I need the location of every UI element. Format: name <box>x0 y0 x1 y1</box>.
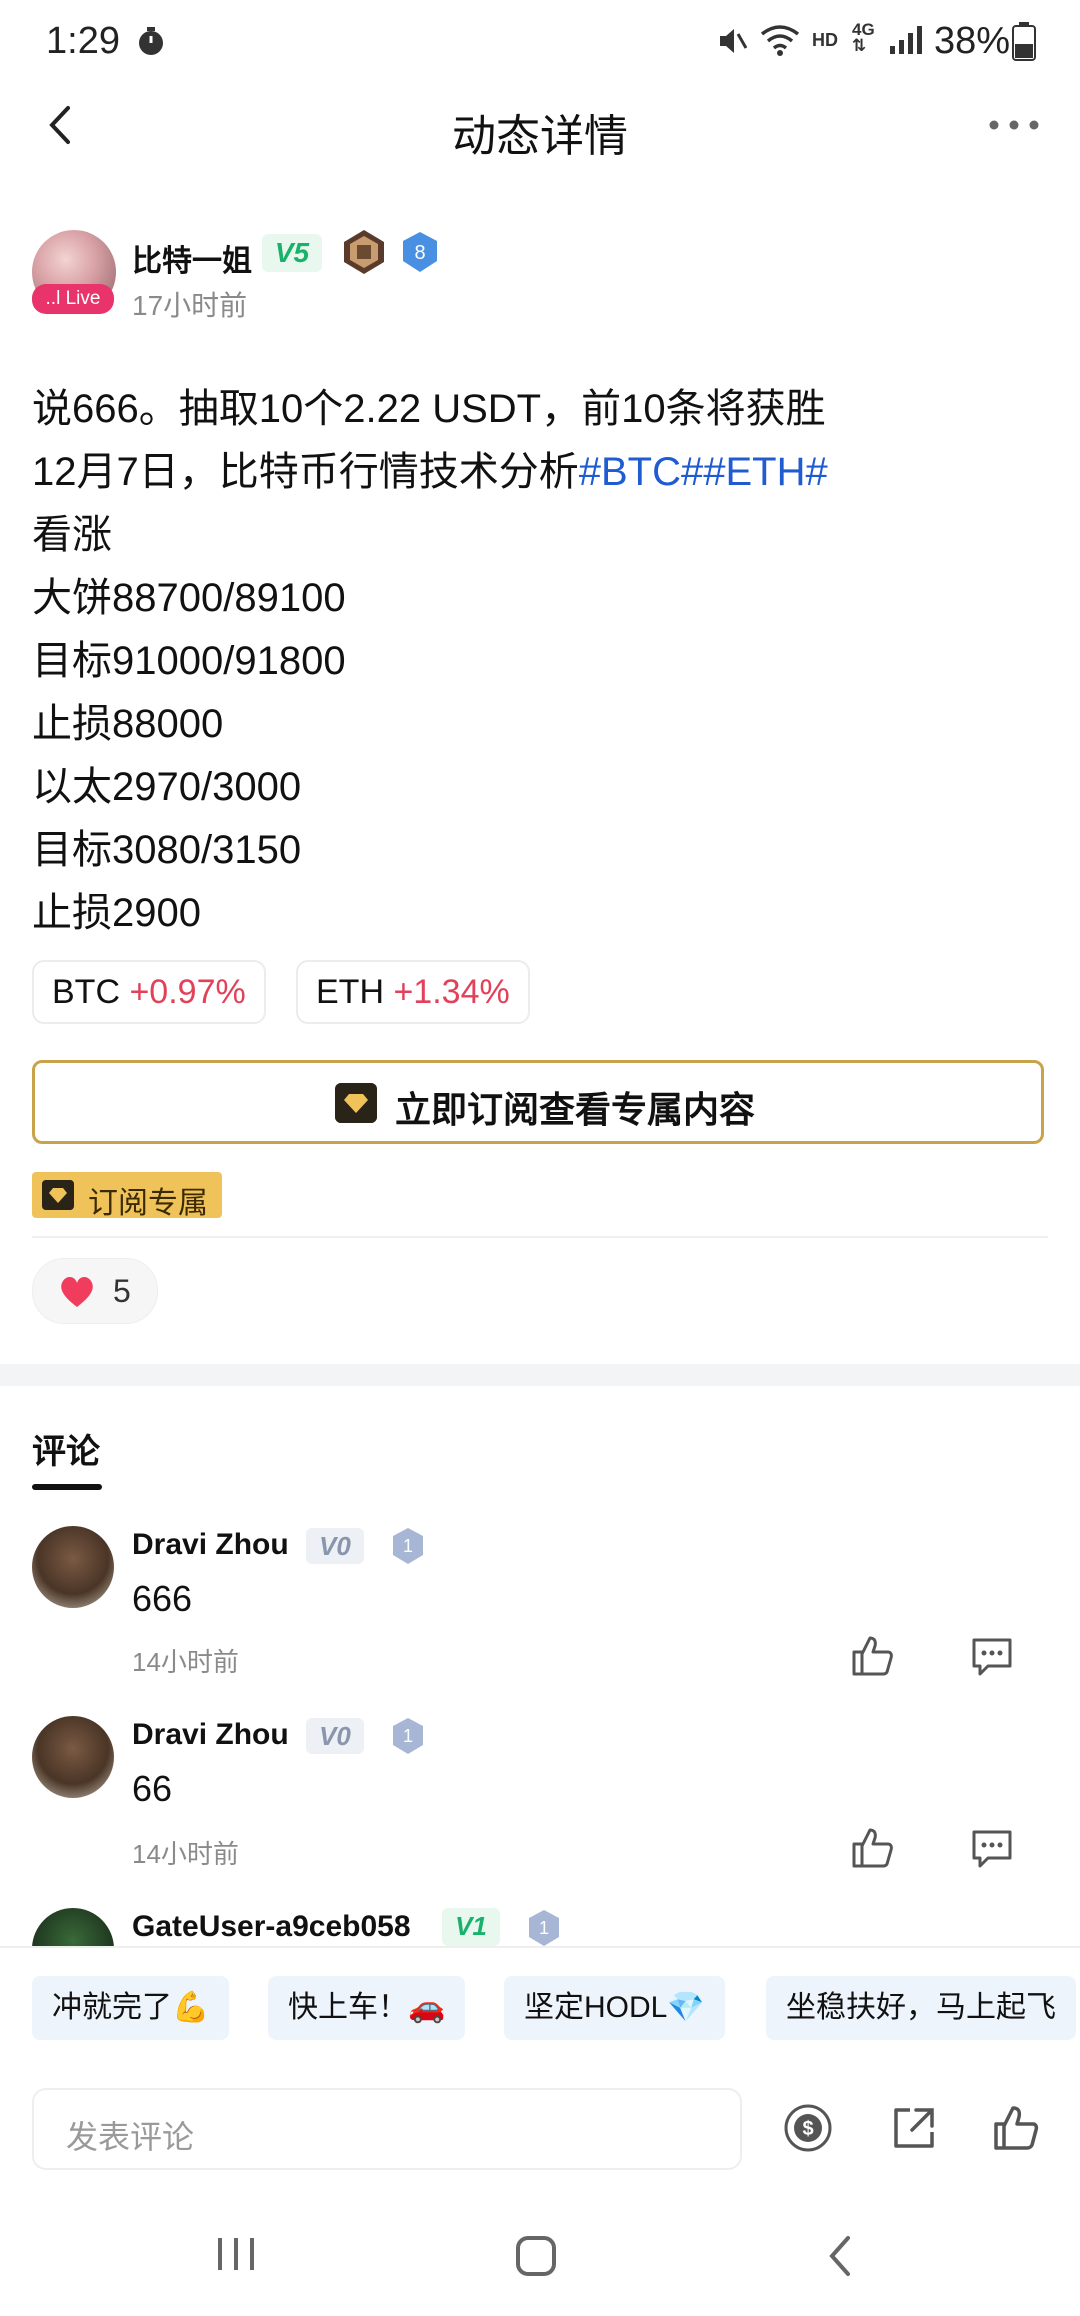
share-icon[interactable] <box>888 2102 940 2154</box>
network-4g-icon: 4G ⇅ <box>852 20 875 55</box>
comment-input[interactable]: 发表评论 <box>32 2088 742 2170</box>
thumbs-up-icon[interactable] <box>848 1632 896 1680</box>
like-count: 5 <box>113 1273 131 1309</box>
post-line: 12月7日，比特币行情技术分析#BTC##ETH# <box>32 441 1042 504</box>
post-line: 止损2900 <box>32 891 201 935</box>
commenter-avatar[interactable] <box>32 1526 114 1608</box>
subscription-exclusive-tag: 订阅专属 <box>32 1172 222 1220</box>
commenter-level-badge: V0 <box>306 1718 364 1754</box>
coin-symbol: BTC <box>52 973 120 1011</box>
diamond-icon <box>42 1180 74 1210</box>
coin-chip-eth[interactable]: ETH +1.34% <box>296 960 530 1024</box>
post-line: 大饼88700/89100 <box>32 576 346 620</box>
post-line: 止损88000 <box>32 702 224 746</box>
commenter-name[interactable]: Dravi Zhou <box>132 1528 289 1562</box>
subscribe-button[interactable]: 立即订阅查看专属内容 <box>32 1060 1044 1144</box>
post-line: 看涨 <box>32 513 112 557</box>
post-line-text: 12月7日，比特币行情技术分析 <box>32 450 579 494</box>
post-line: 目标3080/3150 <box>32 828 302 872</box>
divider <box>32 1236 1048 1238</box>
rank-medal-icon <box>344 230 384 274</box>
reply-icon[interactable] <box>968 1632 1016 1680</box>
commenter-level-badge: V1 <box>442 1908 500 1946</box>
battery-icon <box>1012 22 1036 61</box>
svg-text:1: 1 <box>403 1536 413 1556</box>
commenter-level-badge: V0 <box>306 1528 364 1564</box>
subscription-tag-label: 订阅专属 <box>88 1187 208 1220</box>
status-time: 1:29 <box>46 20 120 62</box>
post-line: 目标91000/91800 <box>32 639 346 683</box>
shield-badge-icon: 1 <box>529 1910 559 1946</box>
comments-tab[interactable]: 评论 <box>32 1424 100 1473</box>
post-time: 17小时前 <box>132 290 248 321</box>
more-icon[interactable] <box>984 110 1044 140</box>
coin-change: +1.34% <box>393 973 510 1011</box>
tab-indicator <box>32 1484 102 1490</box>
quick-reply-chip[interactable]: 快上车！🚗 <box>268 1976 466 2040</box>
coin-change: +0.97% <box>129 973 246 1011</box>
system-nav-bar <box>0 2200 1080 2316</box>
commenter-avatar[interactable] <box>32 1716 114 1798</box>
reply-icon[interactable] <box>968 1824 1016 1872</box>
shield-badge-icon: 1 <box>393 1718 423 1754</box>
quick-reply-chip[interactable]: 坚定HODL💎 <box>504 1976 725 2040</box>
commenter-name[interactable]: GateUser-a9ceb058 <box>132 1910 411 1944</box>
battery-percent: 38% <box>934 20 1011 62</box>
tip-coin-icon[interactable]: $ <box>782 2102 834 2154</box>
page-title: 动态详情 <box>452 112 628 161</box>
shield-badge-icon: 1 <box>393 1528 423 1564</box>
comment-time: 14小时前 <box>132 1839 239 1869</box>
signal-icon <box>890 26 922 54</box>
quick-reply-clip: 坐稳扶好，马上起飞 <box>766 1976 1080 2040</box>
quick-reply-chip[interactable]: 坐稳扶好，马上起飞 <box>766 1976 1076 2040</box>
comment-text: 66 <box>132 1768 173 1809</box>
status-bar: 1:29 HD 4G ⇅ 38% <box>0 0 1080 84</box>
quick-reply-divider <box>0 1946 1080 1948</box>
coin-chip-btc[interactable]: BTC +0.97% <box>32 960 266 1024</box>
coin-symbol: ETH <box>316 973 384 1011</box>
comment-text: 666 <box>132 1578 193 1619</box>
quick-reply-chip[interactable]: 冲就完了💪 <box>32 1976 230 2040</box>
shield-badge-icon: 8 <box>403 232 437 272</box>
hd-indicator: HD <box>812 30 838 50</box>
like-button[interactable]: 5 <box>32 1258 158 1324</box>
comment-input-placeholder: 发表评论 <box>66 2119 195 2155</box>
post-content: 说666。抽取10个2.22 USDT，前10条将获胜 12月7日，比特币行情技… <box>32 378 1042 945</box>
mute-icon <box>720 29 748 53</box>
svg-text:1: 1 <box>539 1918 549 1938</box>
thumbs-up-icon[interactable] <box>990 2102 1042 2154</box>
thumbs-up-icon[interactable] <box>848 1824 896 1872</box>
wifi-icon <box>760 25 800 56</box>
timer-icon <box>139 27 163 55</box>
svg-text:$: $ <box>802 2118 813 2140</box>
system-back-icon[interactable] <box>822 2232 858 2280</box>
author-level-badge: V5 <box>262 234 322 272</box>
heart-icon <box>61 1277 93 1307</box>
recent-apps-icon[interactable] <box>214 2232 258 2276</box>
svg-text:8: 8 <box>414 242 425 264</box>
commenter-name[interactable]: Dravi Zhou <box>132 1718 289 1752</box>
section-divider <box>0 1364 1080 1386</box>
post-line: 以太2970/3000 <box>32 765 302 809</box>
subscribe-label: 立即订阅查看专属内容 <box>395 1089 756 1130</box>
hashtag-link[interactable]: #BTC##ETH# <box>579 450 828 494</box>
diamond-icon <box>335 1083 377 1123</box>
home-icon[interactable] <box>514 2234 558 2278</box>
author-name[interactable]: 比特一姐 <box>132 236 252 280</box>
svg-text:1: 1 <box>403 1726 413 1746</box>
comment-time: 14小时前 <box>132 1647 239 1677</box>
live-badge[interactable]: ..l Live <box>32 284 114 314</box>
commenter-avatar[interactable] <box>32 1908 114 1946</box>
post-line: 说666。抽取10个2.22 USDT，前10条将获胜 <box>32 387 826 431</box>
